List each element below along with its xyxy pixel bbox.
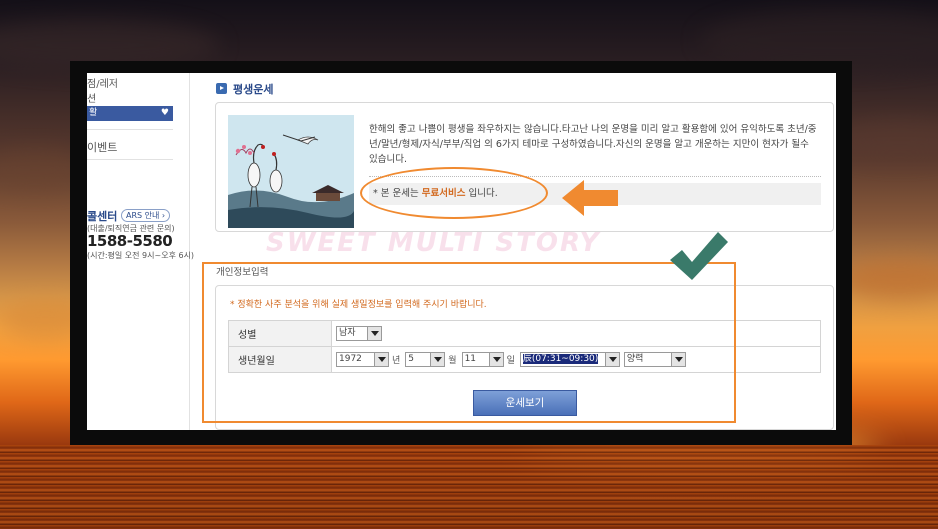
- annotation-ellipse: [360, 167, 548, 219]
- page-title: 평생운세: [233, 83, 274, 96]
- background-cloud: [840, 260, 938, 300]
- sea-background: [0, 445, 938, 529]
- title-play-icon: [216, 83, 227, 94]
- annotation-rectangle: [202, 262, 736, 423]
- cranes-illustration-svg: [228, 115, 354, 228]
- watermark-text: SWEET MULTI STORY: [266, 228, 601, 258]
- check-mark-icon: [670, 232, 728, 280]
- cranes-illustration: [228, 115, 354, 228]
- intro-description: 한해의 좋고 나쁨이 평생을 좌우하지는 않습니다.타고난 나의 운명을 미리 …: [369, 124, 817, 165]
- annotation-arrow-icon: [562, 180, 618, 216]
